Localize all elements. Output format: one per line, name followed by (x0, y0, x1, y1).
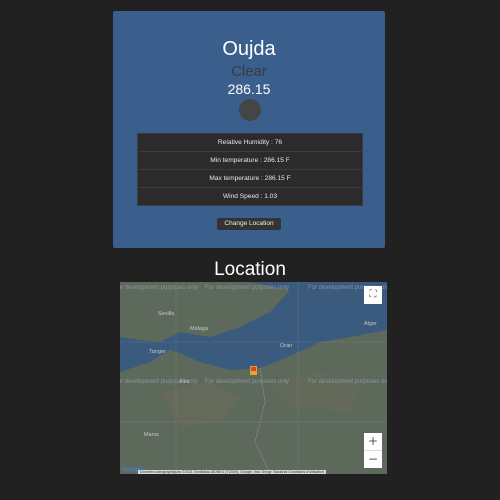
map-label-fes: Fès (180, 379, 190, 385)
watermark: For development purposes only (205, 285, 290, 291)
humidity-cell: Relative Humidity : 76 (137, 133, 363, 152)
map[interactable]: For development purposes only For develo… (120, 282, 387, 474)
wind-speed-cell: Wind Speed : 1.03 (137, 187, 363, 206)
city-name: Oujda (222, 38, 276, 60)
map-attribution[interactable]: Données cartographiques ©2021 GeoBasis-D… (138, 470, 326, 474)
watermark: For development purposes only (308, 379, 387, 385)
location-heading: Location (214, 259, 286, 280)
fullscreen-icon[interactable]: ⛶ (364, 286, 382, 304)
zoom-out-button[interactable]: − (364, 451, 382, 468)
table-row: Max temperature : 286.15 F (137, 169, 363, 188)
map-label-sevilla: Sevilla (158, 311, 175, 317)
map-label-tanger: Tanger (149, 349, 166, 355)
map-label-malaga: Málaga (190, 326, 209, 332)
zoom-in-button[interactable]: + (364, 433, 382, 451)
weather-details-table: Relative Humidity : 76 Min temperature :… (137, 133, 363, 206)
map-label-maroc: Maroc (144, 432, 160, 438)
max-temperature-cell: Max temperature : 286.15 F (137, 169, 363, 188)
weather-icon (239, 99, 261, 121)
change-location-button[interactable]: Change Location (217, 218, 281, 230)
table-row: Relative Humidity : 76 (137, 133, 363, 152)
temperature: 286.15 (227, 81, 271, 97)
table-row: Wind Speed : 1.03 (137, 187, 363, 206)
map-label-oran: Oran (280, 343, 293, 349)
watermark: For development purposes only (120, 285, 199, 291)
watermark: For development purposes only (205, 379, 290, 385)
table-row: Min temperature : 286.15 F (137, 151, 363, 170)
min-temperature-cell: Min temperature : 286.15 F (137, 151, 363, 170)
map-label-alger: Alger (364, 321, 377, 327)
weather-card: Oujda Clear 286.15 Relative Humidity : 7… (113, 11, 385, 248)
weather-condition: Clear (231, 63, 267, 80)
